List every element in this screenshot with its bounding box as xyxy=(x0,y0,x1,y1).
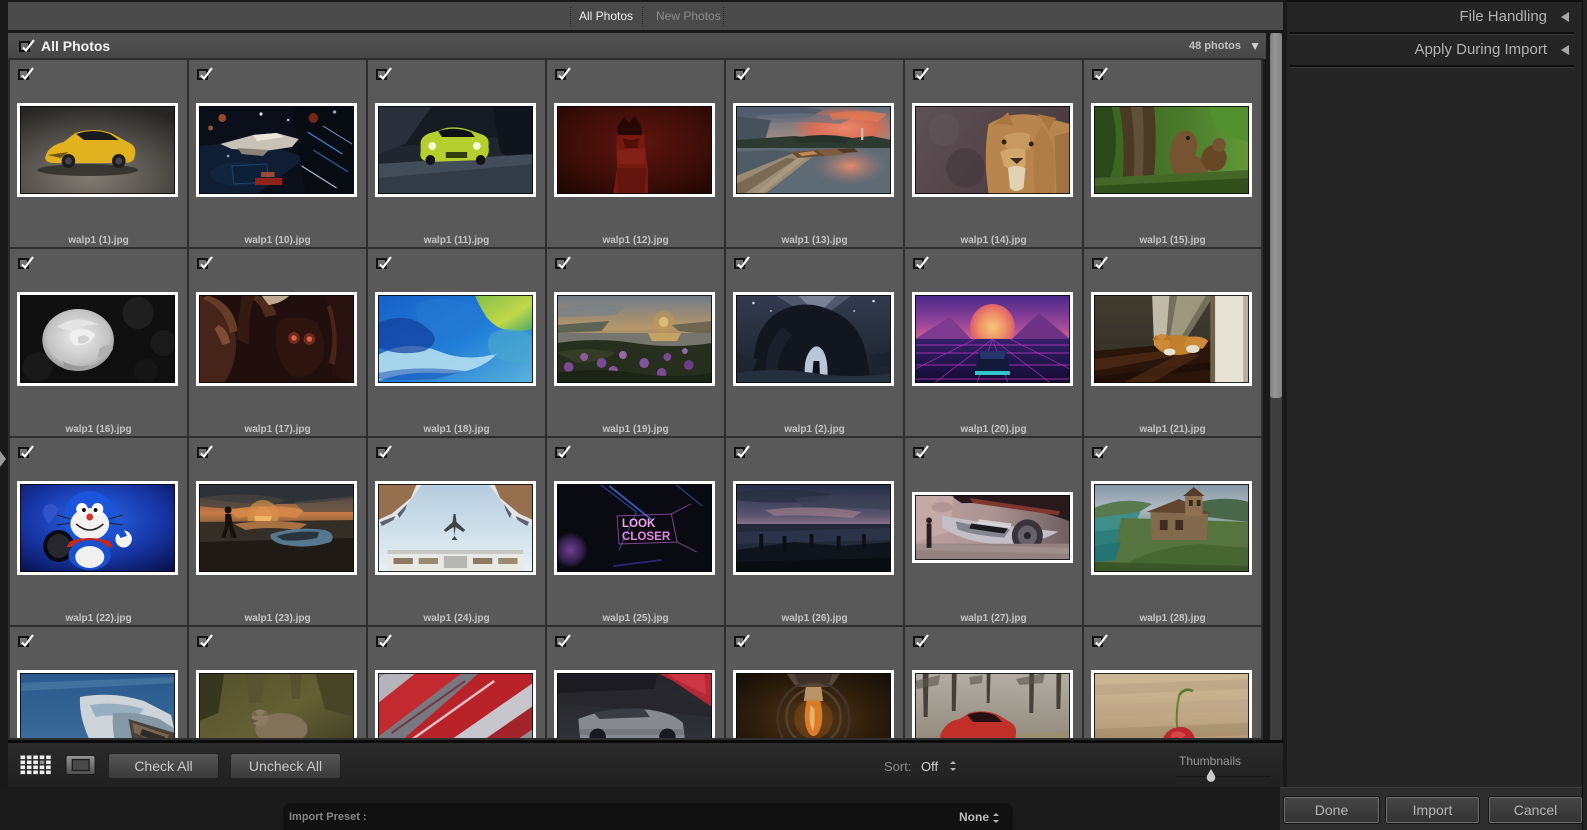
svg-text:CLOSER: CLOSER xyxy=(622,529,671,543)
svg-text:LOOK: LOOK xyxy=(622,516,656,530)
